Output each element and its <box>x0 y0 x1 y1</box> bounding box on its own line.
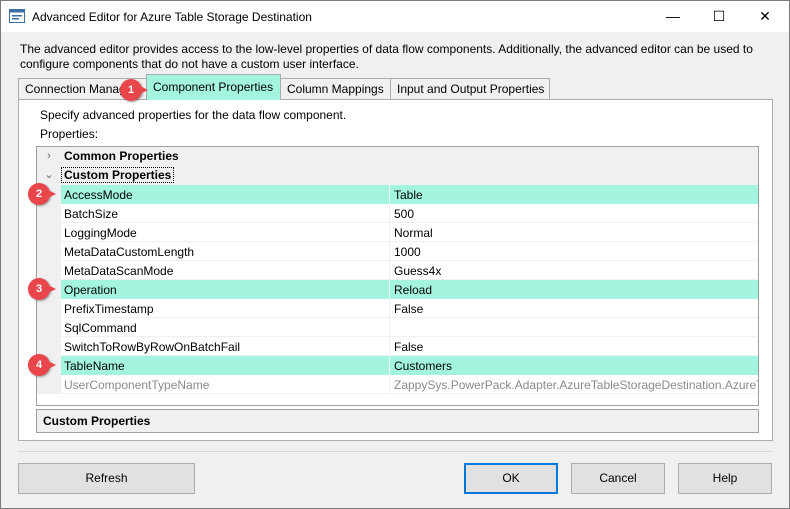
window-title: Advanced Editor for Azure Table Storage … <box>32 10 312 24</box>
help-button[interactable]: Help <box>678 463 772 494</box>
property-name: Operation <box>64 283 117 297</box>
callout-badge-1: 1 <box>120 79 148 101</box>
property-name: UserComponentTypeName <box>64 378 210 392</box>
category-label: Common Properties <box>64 149 179 163</box>
tab-column-mappings[interactable]: Column Mappings <box>280 78 391 100</box>
app-icon <box>9 9 25 23</box>
column-divider[interactable] <box>389 280 390 299</box>
column-divider[interactable] <box>389 356 390 375</box>
row-gutter <box>37 375 61 394</box>
callout-badge-2: 2 <box>28 183 56 205</box>
cancel-button[interactable]: Cancel <box>571 463 665 494</box>
property-value[interactable]: Normal <box>394 226 758 240</box>
property-row-loggingmode[interactable]: LoggingMode Normal <box>37 223 758 242</box>
property-name: BatchSize <box>64 207 119 221</box>
column-divider[interactable] <box>389 185 390 204</box>
property-row-prefixtimestamp[interactable]: PrefixTimestamp False <box>37 299 758 318</box>
property-row-sqlcommand[interactable]: SqlCommand <box>37 318 758 337</box>
property-value[interactable]: Table <box>394 188 758 202</box>
property-value[interactable]: False <box>394 340 758 354</box>
property-value[interactable]: 500 <box>394 207 758 221</box>
property-name: LoggingMode <box>64 226 137 240</box>
property-name: TableName <box>64 359 125 373</box>
button-separator <box>18 451 773 452</box>
row-gutter <box>37 223 61 242</box>
chevron-down-icon[interactable]: ⌄ <box>43 168 55 182</box>
tab-component-properties[interactable]: Component Properties <box>146 74 281 100</box>
row-gutter <box>37 242 61 261</box>
column-divider[interactable] <box>389 375 390 394</box>
property-row-switchtorowbyrowonbatchfail[interactable]: SwitchToRowByRowOnBatchFail False <box>37 337 758 356</box>
properties-label: Properties: <box>40 127 99 141</box>
editor-description: The advanced editor provides access to t… <box>20 42 753 71</box>
close-button[interactable]: ✕ <box>742 1 788 32</box>
column-divider[interactable] <box>389 337 390 356</box>
maximize-icon: ☐ <box>712 8 726 24</box>
instructions-text: Specify advanced properties for the data… <box>40 108 347 122</box>
property-value[interactable]: Customers <box>394 359 758 373</box>
chevron-right-icon[interactable]: › <box>43 149 55 163</box>
property-row-usercomponenttypename[interactable]: UserComponentTypeName ZappySys.PowerPack… <box>37 375 758 394</box>
property-row-metadatacustomlength[interactable]: MetaDataCustomLength 1000 <box>37 242 758 261</box>
description-title: Custom Properties <box>43 414 151 428</box>
row-gutter <box>37 299 61 318</box>
property-value[interactable]: False <box>394 302 758 316</box>
refresh-button[interactable]: Refresh <box>18 463 195 494</box>
title-bar[interactable]: Advanced Editor for Azure Table Storage … <box>1 1 789 32</box>
column-divider[interactable] <box>389 318 390 337</box>
property-name: MetaDataScanMode <box>64 264 174 278</box>
callout-badge-3: 3 <box>28 278 56 300</box>
property-row-accessmode[interactable]: AccessMode Table <box>37 185 758 204</box>
column-divider[interactable] <box>389 223 390 242</box>
category-custom-properties[interactable]: ⌄ Custom Properties <box>37 166 758 185</box>
property-name: SqlCommand <box>64 321 137 335</box>
property-grid[interactable]: › Common Properties ⌄ Custom Properties … <box>36 146 759 406</box>
tab-label: Input and Output Properties <box>397 82 545 96</box>
column-divider[interactable] <box>389 242 390 261</box>
column-divider[interactable] <box>389 261 390 280</box>
row-gutter <box>37 204 61 223</box>
property-name: AccessMode <box>64 188 133 202</box>
category-common-properties[interactable]: › Common Properties <box>37 147 758 166</box>
property-row-batchsize[interactable]: BatchSize 500 <box>37 204 758 223</box>
ok-button[interactable]: OK <box>464 463 558 494</box>
tab-input-output-properties[interactable]: Input and Output Properties <box>390 78 550 100</box>
advanced-editor-dialog: Advanced Editor for Azure Table Storage … <box>0 0 790 509</box>
row-gutter <box>37 318 61 337</box>
close-icon: ✕ <box>759 8 771 24</box>
minimize-button[interactable]: — <box>650 1 696 32</box>
column-divider[interactable] <box>389 299 390 318</box>
property-row-operation[interactable]: Operation Reload <box>37 280 758 299</box>
category-label: Custom Properties <box>60 167 175 183</box>
property-name: MetaDataCustomLength <box>64 245 195 259</box>
property-name: SwitchToRowByRowOnBatchFail <box>64 340 241 354</box>
property-row-metadatascanmode[interactable]: MetaDataScanMode Guess4x <box>37 261 758 280</box>
tab-label: Component Properties <box>153 80 274 94</box>
tab-label: Column Mappings <box>287 82 384 96</box>
property-row-tablename[interactable]: TableName Customers <box>37 356 758 375</box>
maximize-button[interactable]: ☐ <box>696 1 742 32</box>
property-description-pane: Custom Properties <box>36 409 759 433</box>
column-divider[interactable] <box>389 204 390 223</box>
property-value: ZappySys.PowerPack.Adapter.AzureTableSto… <box>394 378 758 392</box>
property-value[interactable]: Guess4x <box>394 264 758 278</box>
property-value[interactable]: Reload <box>394 283 758 297</box>
callout-badge-4: 4 <box>28 354 56 376</box>
component-properties-panel: Specify advanced properties for the data… <box>18 99 773 441</box>
property-name: PrefixTimestamp <box>64 302 154 316</box>
minimize-icon: — <box>666 8 680 24</box>
property-value[interactable]: 1000 <box>394 245 758 259</box>
